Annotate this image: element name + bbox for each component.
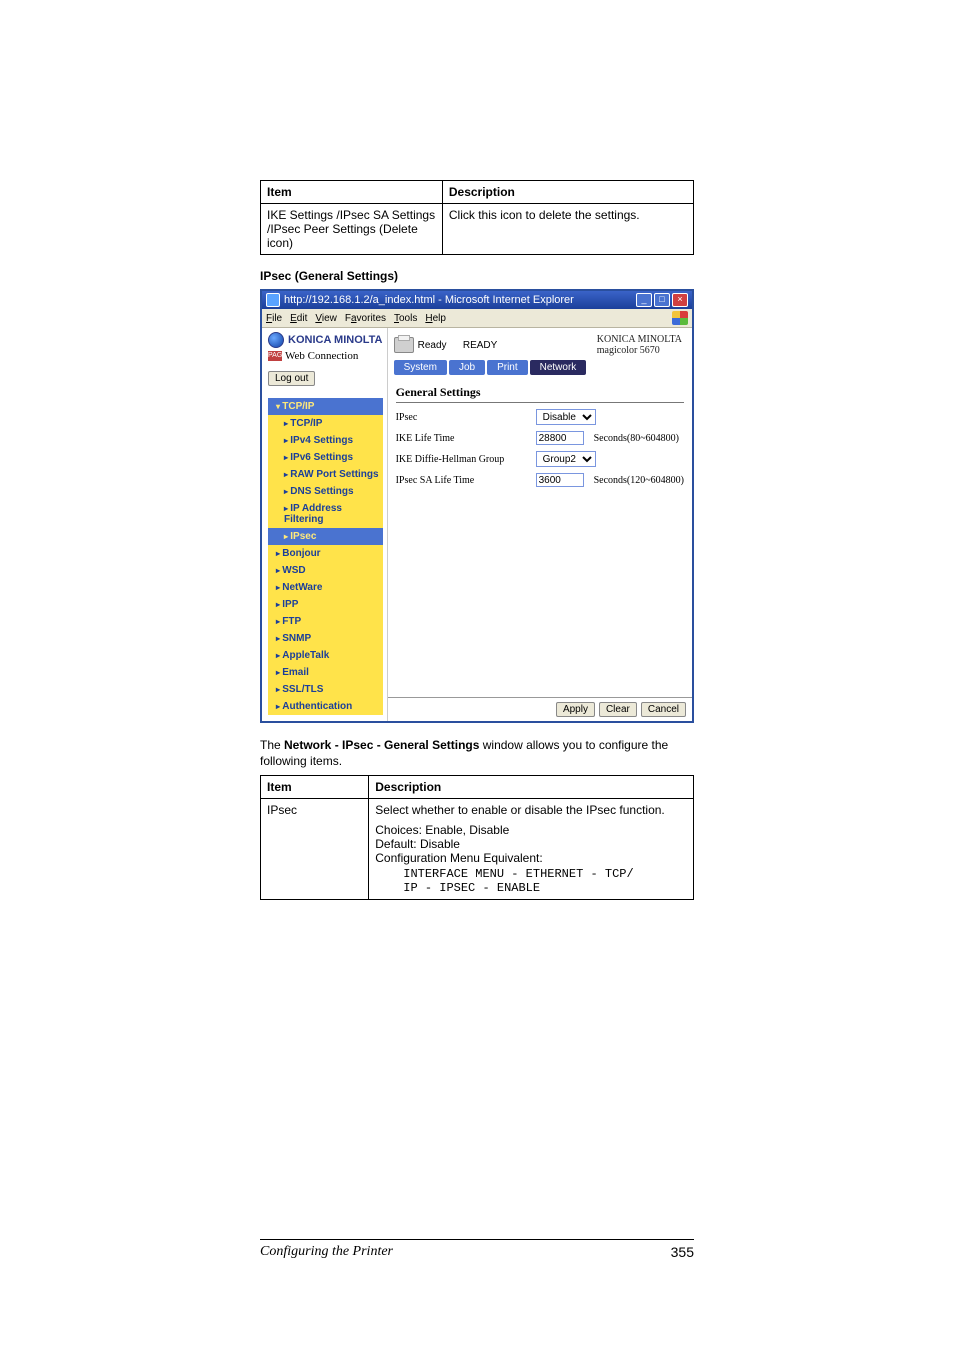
subbrand-text: Web Connection: [285, 350, 358, 362]
nav-item-tcpip[interactable]: TCP/IP: [268, 415, 383, 432]
nav-item-wsd[interactable]: WSD: [268, 562, 383, 579]
brand-row: KONICA MINOLTA: [268, 332, 383, 348]
t2-desc-cell: Select whether to enable or disable the …: [369, 799, 694, 900]
footer-page: 355: [671, 1244, 694, 1260]
t2-header-desc: Description: [369, 776, 694, 799]
tab-job[interactable]: Job: [449, 360, 485, 375]
sa-label: IPsec SA Life Time: [396, 475, 526, 486]
browser-window: http://192.168.1.2/a_index.html - Micros…: [260, 289, 694, 723]
nav-item-ip-filtering[interactable]: IP Address Filtering: [268, 500, 383, 528]
menu-edit[interactable]: Edit: [290, 313, 307, 324]
ike-label: IKE Life Time: [396, 433, 526, 444]
t2-header-item: Item: [261, 776, 369, 799]
menu-file[interactable]: File: [266, 313, 282, 324]
menu-tools[interactable]: Tools: [394, 313, 417, 324]
footer-section: Configuring the Printer: [260, 1244, 393, 1260]
window-maximize-button[interactable]: □: [654, 293, 670, 307]
t2-config-path: INTERFACE MENU - ETHERNET - TCP/ IP - IP…: [403, 867, 687, 895]
menu-view[interactable]: View: [315, 313, 337, 324]
t2-item-cell: IPsec: [261, 799, 369, 900]
ike-life-time-input[interactable]: [536, 431, 584, 445]
panel-buttons: Apply Clear Cancel: [388, 697, 692, 721]
tab-system[interactable]: System: [394, 360, 447, 375]
t2-desc-line3: Default: Disable: [375, 837, 687, 851]
window-minimize-button[interactable]: _: [636, 293, 652, 307]
nav-item-ipv6-settings[interactable]: IPv6 Settings: [268, 449, 383, 466]
window-title: http://192.168.1.2/a_index.html - Micros…: [284, 294, 574, 306]
cancel-button[interactable]: Cancel: [641, 702, 686, 717]
ipsec-label: IPsec: [396, 412, 526, 423]
ipsec-select[interactable]: Disable: [536, 409, 596, 425]
tab-network[interactable]: Network: [530, 360, 587, 375]
nav-item-bonjour[interactable]: Bonjour: [268, 545, 383, 562]
dh-label: IKE Diffie-Hellman Group: [396, 454, 526, 465]
sa-life-time-input[interactable]: [536, 473, 584, 487]
nav-item-ipp[interactable]: IPP: [268, 596, 383, 613]
nav-item-netware[interactable]: NetWare: [268, 579, 383, 596]
status-label: Ready: [418, 340, 447, 351]
item-desc-table-2: Item Description IPsec Select whether to…: [260, 775, 694, 900]
status-value: READY: [463, 340, 497, 351]
dh-group-select[interactable]: Group2: [536, 451, 596, 467]
t1-desc-cell: Click this icon to delete the settings.: [442, 204, 693, 255]
t2-desc-line1: Select whether to enable or disable the …: [375, 803, 687, 817]
nav-item-snmp[interactable]: SNMP: [268, 630, 383, 647]
window-close-button[interactable]: ×: [672, 293, 688, 307]
nav-item-authentication[interactable]: Authentication: [268, 698, 383, 715]
apply-button[interactable]: Apply: [556, 702, 595, 717]
printer-status: Ready READY: [394, 334, 498, 356]
panel-title: General Settings: [396, 385, 684, 403]
page-footer: Configuring the Printer 355: [260, 1239, 694, 1260]
sa-range: Seconds(120~604800): [594, 475, 684, 486]
windows-flag-icon: [672, 311, 688, 325]
t2-desc-line4: Configuration Menu Equivalent:: [375, 851, 687, 865]
t2-desc-line2: Choices: Enable, Disable: [375, 823, 687, 837]
subbrand-row: PAGE Web Connection: [268, 350, 383, 362]
intro-paragraph: The Network - IPsec - General Settings w…: [260, 737, 694, 769]
logout-button[interactable]: Log out: [268, 371, 315, 386]
settings-panel: General Settings IPsec Disable IKE Life …: [388, 381, 692, 697]
nav-item-ftp[interactable]: FTP: [268, 613, 383, 630]
t1-item-cell: IKE Settings /IPsec SA Settings /IPsec P…: [261, 204, 443, 255]
window-titlebar: http://192.168.1.2/a_index.html - Micros…: [262, 291, 692, 309]
section-heading: IPsec (General Settings): [260, 269, 694, 283]
tab-print[interactable]: Print: [487, 360, 528, 375]
nav-item-raw-port[interactable]: RAW Port Settings: [268, 466, 383, 483]
device-model: magicolor 5670: [597, 345, 682, 356]
menu-favorites[interactable]: Favorites: [345, 313, 386, 324]
nav-item-ipsec[interactable]: IPsec: [268, 528, 383, 545]
top-tabs: System Job Print Network: [388, 360, 692, 375]
nav-group-tcpip[interactable]: TCP/IP: [268, 398, 383, 415]
brand-text: KONICA MINOLTA: [288, 334, 383, 346]
nav-item-dns-settings[interactable]: DNS Settings: [268, 483, 383, 500]
printer-icon: [394, 337, 414, 353]
clear-button[interactable]: Clear: [599, 702, 637, 717]
nav-item-email[interactable]: Email: [268, 664, 383, 681]
menu-help[interactable]: Help: [425, 313, 446, 324]
ike-range: Seconds(80~604800): [594, 433, 679, 444]
pagescope-mark-icon: PAGE: [268, 351, 282, 361]
konica-minolta-logo-icon: [268, 332, 284, 348]
nav-item-ipv4-settings[interactable]: IPv4 Settings: [268, 432, 383, 449]
item-desc-table-1: Item Description IKE Settings /IPsec SA …: [260, 180, 694, 255]
ie-icon: [266, 293, 280, 307]
device-brand: KONICA MINOLTA: [597, 334, 682, 345]
t1-header-item: Item: [261, 181, 443, 204]
side-nav: TCP/IP TCP/IP IPv4 Settings IPv6 Setting…: [268, 398, 383, 715]
nav-item-appletalk[interactable]: AppleTalk: [268, 647, 383, 664]
t1-header-desc: Description: [442, 181, 693, 204]
nav-item-ssl-tls[interactable]: SSL/TLS: [268, 681, 383, 698]
menu-bar: File Edit View Favorites Tools Help: [262, 309, 692, 328]
